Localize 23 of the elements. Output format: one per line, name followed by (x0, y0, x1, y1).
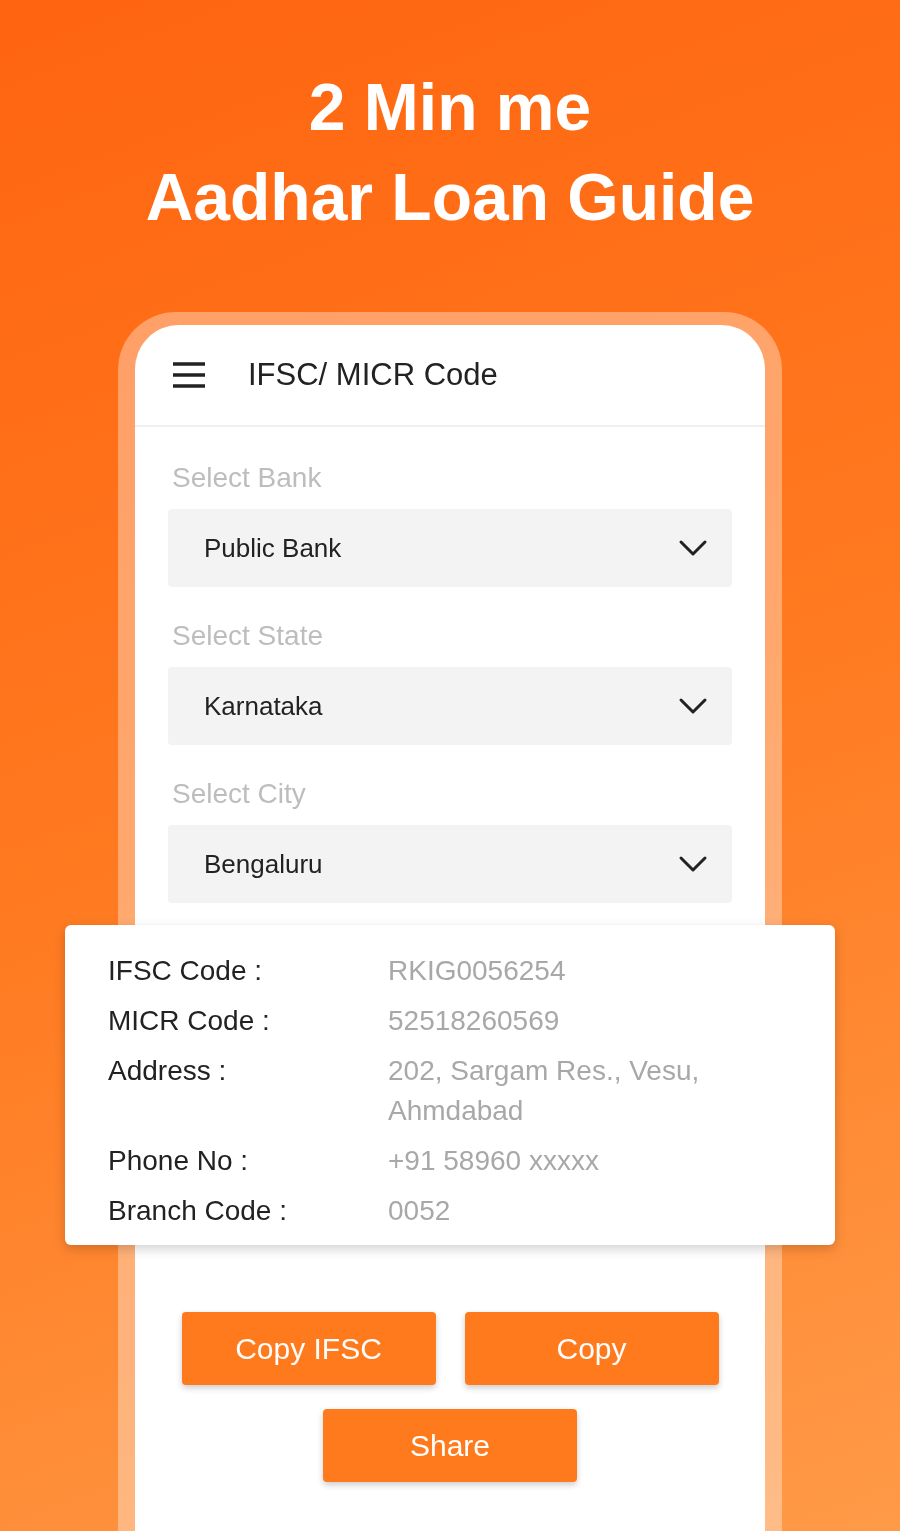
headline: 2 Min me (308, 69, 592, 146)
detail-value: 0052 (388, 1194, 452, 1228)
select-dropdown[interactable]: Bengaluru (168, 825, 732, 903)
detail-value: 52518260569 (388, 1004, 561, 1038)
detail-value: RKIG0056254 (388, 954, 567, 988)
screen-title: IFSC/ MICR Code (248, 355, 498, 394)
chevron-down-icon (678, 855, 708, 873)
select-dropdown[interactable]: Public Bank (168, 509, 732, 587)
chevron-down-icon (678, 697, 708, 715)
chevron-down-icon (678, 539, 708, 557)
detail-label: MICR Code : (108, 1004, 271, 1038)
menu-icon[interactable] (172, 362, 206, 388)
detail-value: +91 58960 xxxxx (388, 1144, 600, 1178)
headline: Aadhar Loan Guide (145, 159, 755, 236)
field-label: Select Bank (171, 461, 323, 495)
detail-label: Phone No : (108, 1144, 250, 1178)
detail-label: Branch Code : (108, 1194, 288, 1228)
detail-value: 202, Sargam Res., Vesu, Ahmdabad (388, 1054, 701, 1128)
detail-label: IFSC Code : (108, 954, 264, 988)
field-label: Select City (171, 777, 307, 811)
field-label: Select State (171, 619, 324, 653)
detail-label: Address : (108, 1054, 228, 1088)
select-dropdown[interactable]: Karnataka (168, 667, 732, 745)
